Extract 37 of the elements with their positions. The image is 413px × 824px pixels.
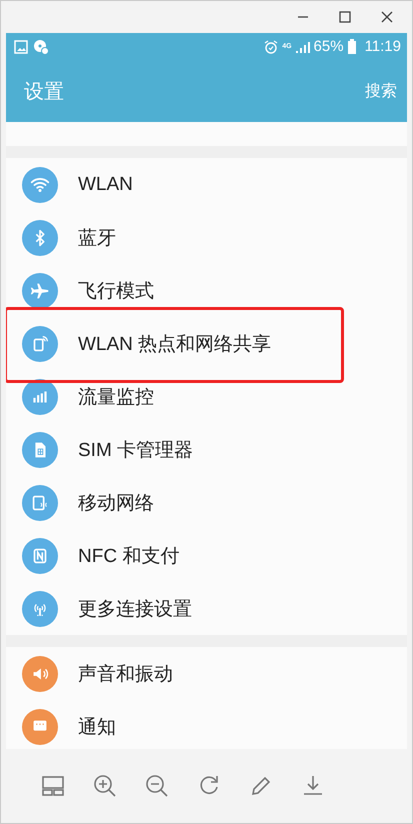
disc-icon [33,38,49,54]
alarm-icon [263,38,280,54]
zoom-in-icon [93,774,117,798]
item-label: NFC 和支付 [78,544,180,568]
settings-item[interactable]: NFC 和支付 [6,529,407,582]
signal-icon [294,40,311,54]
item-label: 更多连接设置 [78,598,192,622]
image-icon [14,40,28,54]
settings-item[interactable]: 流量监控 [6,370,407,423]
item-label: SIM 卡管理器 [78,438,194,462]
item-label: 移动网络 [78,492,154,516]
settings-item[interactable]: 飞行模式 [6,264,407,317]
layout-icon [41,774,65,798]
settings-item[interactable]: SIM 卡管理器 [6,423,407,476]
maximize-icon [338,11,352,23]
settings-item[interactable]: 蓝牙 [6,211,407,264]
settings-item[interactable]: 声音和振动 [6,647,407,700]
screen-title: 设置 [24,80,64,104]
close-icon [380,11,394,23]
item-label: 飞行模式 [78,280,154,304]
battery-percent: 65% [314,38,344,55]
pencil-icon [249,774,273,798]
item-label: WLAN [78,174,133,196]
item-label: 声音和振动 [78,662,173,686]
item-label: 流量监控 [78,386,154,410]
download-icon [301,774,325,798]
item-label: 蓝牙 [78,226,116,250]
settings-item[interactable]: WLAN [6,158,407,211]
settings-item[interactable]: 通知 [6,700,407,749]
settings-item[interactable]: WLAN 热点和网络共享 [6,317,407,370]
settings-item[interactable]: 移动网络 [6,476,407,529]
clock-time: 11:19 [364,38,401,55]
zoom-out-icon [145,774,169,798]
item-label: 通知 [78,716,116,740]
settings-item[interactable]: 更多连接设置 [6,582,407,635]
battery-icon [346,39,357,54]
item-label: WLAN 热点和网络共享 [78,332,272,356]
